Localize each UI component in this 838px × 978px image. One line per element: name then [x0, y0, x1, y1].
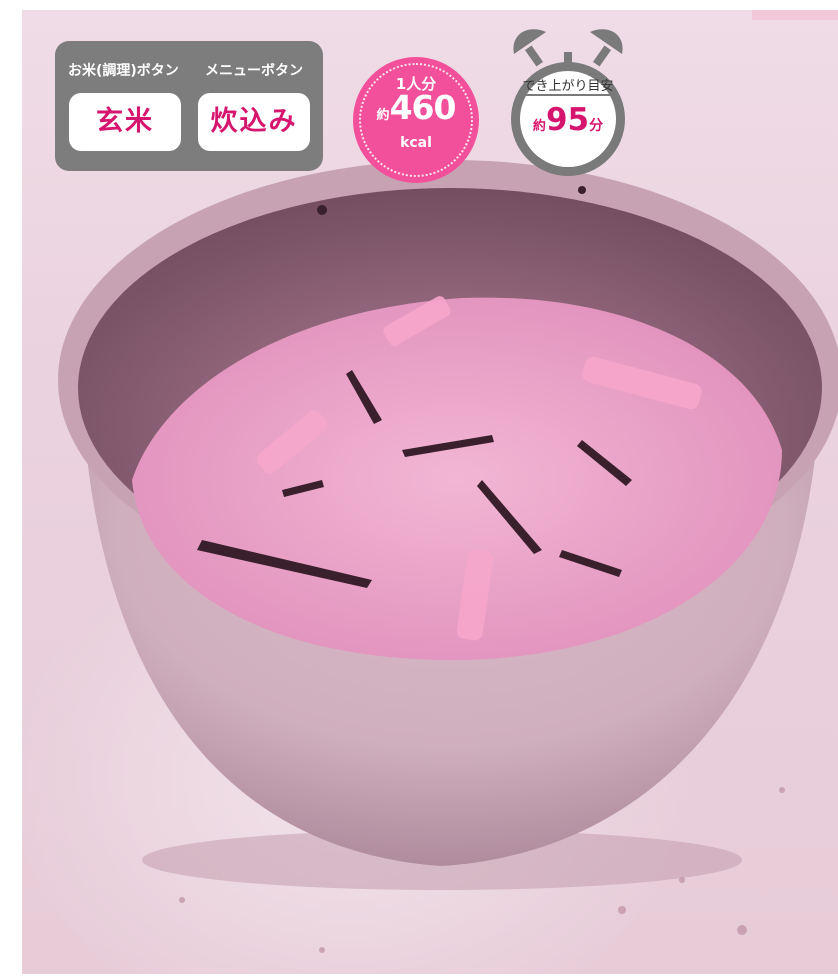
- button-panel: お米(調理)ボタン メニューボタン 玄米 炊込み: [55, 41, 323, 171]
- time-label: でき上がり目安: [522, 79, 614, 94]
- calorie-value-line: 約460: [353, 88, 479, 127]
- mixed-rice-button[interactable]: 炊込み: [198, 93, 310, 151]
- calorie-prefix: 約: [376, 108, 390, 123]
- calorie-badge: 1人分 約460 kcal: [353, 57, 479, 183]
- time-value-line: 約95分: [500, 102, 636, 138]
- calorie-value: 460: [389, 88, 457, 127]
- time-prefix: 約: [532, 119, 546, 134]
- brown-rice-button[interactable]: 玄米: [69, 93, 181, 151]
- time-value: 95: [545, 102, 590, 138]
- rice-button-header: お米(調理)ボタン: [68, 63, 179, 79]
- cooking-time-clock: でき上がり目安 約95分: [500, 20, 640, 176]
- calorie-unit: kcal: [400, 135, 432, 151]
- menu-button-header: メニューボタン: [205, 63, 303, 79]
- time-divider: [526, 94, 610, 96]
- time-unit: 分: [589, 118, 604, 134]
